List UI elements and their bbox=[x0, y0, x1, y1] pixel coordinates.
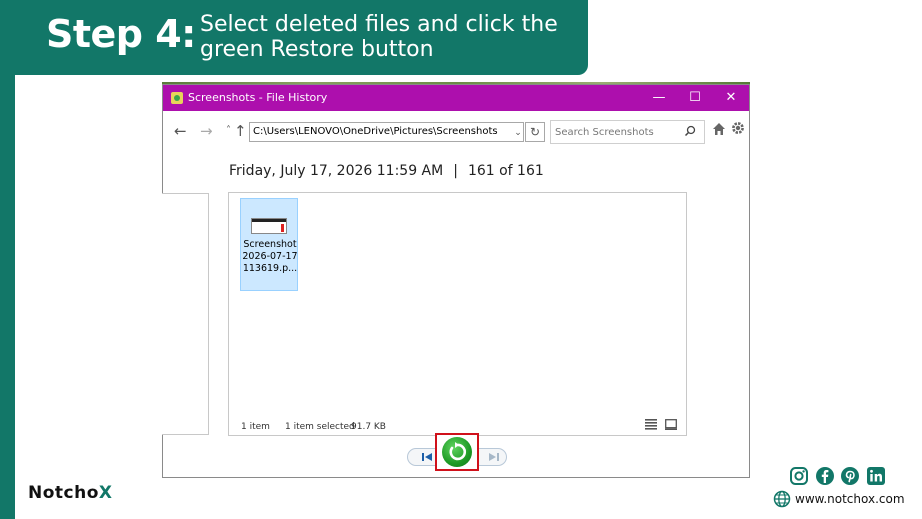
previous-version-icon[interactable] bbox=[421, 450, 433, 464]
address-bar[interactable]: C:\Users\LENOVO\OneDrive\Pictures\Screen… bbox=[249, 122, 524, 142]
instruction-line-1: Select deleted files and click the bbox=[200, 12, 558, 37]
window-title: Screenshots - File History bbox=[188, 91, 328, 104]
snapshot-position: 161 of 161 bbox=[467, 163, 544, 179]
search-input[interactable]: Search Screenshots bbox=[550, 120, 705, 144]
step-banner: Step 4: Select deleted files and click t… bbox=[0, 0, 588, 75]
back-arrow-icon[interactable]: ← bbox=[174, 122, 187, 140]
restore-highlight-box bbox=[435, 433, 479, 471]
logo-o: o bbox=[86, 483, 99, 503]
forward-arrow-icon[interactable]: → bbox=[200, 122, 213, 140]
snapshot-date: Friday, July 17, 2026 11:59 AM bbox=[229, 163, 444, 179]
snapshot-separator: | bbox=[453, 163, 458, 179]
navigation-bar: ← → ˄ ↑ C:\Users\LENOVO\OneDrive\Picture… bbox=[163, 117, 749, 145]
home-icon[interactable] bbox=[712, 122, 726, 136]
search-placeholder: Search Screenshots bbox=[555, 127, 654, 138]
website-link[interactable]: www.notchox.com bbox=[795, 492, 905, 506]
next-version-icon[interactable] bbox=[488, 450, 500, 464]
globe-icon bbox=[773, 490, 791, 508]
gear-icon[interactable] bbox=[731, 121, 745, 135]
logo-x: X bbox=[98, 483, 113, 503]
navigation-pane[interactable] bbox=[162, 193, 209, 435]
file-history-icon bbox=[171, 92, 183, 104]
file-item-selected[interactable]: Screenshot 2026-07-17 113619.p... bbox=[240, 198, 298, 291]
close-button[interactable]: ✕ bbox=[713, 85, 749, 111]
left-accent-bar bbox=[0, 0, 15, 519]
restore-button[interactable] bbox=[442, 437, 472, 467]
instagram-icon[interactable] bbox=[789, 466, 809, 486]
notchox-logo: NotchoX bbox=[28, 483, 113, 503]
selection-size: 91.7 KB bbox=[351, 422, 386, 432]
up-arrow-icon[interactable]: ↑ bbox=[234, 122, 247, 140]
selection-count: 1 item selected bbox=[285, 422, 355, 432]
search-icon bbox=[684, 125, 696, 137]
file-history-window: Screenshots - File History — ☐ ✕ ← → ˄ ↑… bbox=[162, 84, 750, 478]
snapshot-info: Friday, July 17, 2026 11:59 AM | 161 of 16… bbox=[229, 163, 544, 179]
instruction-line-2: green Restore button bbox=[200, 37, 434, 62]
refresh-icon[interactable]: ↻ bbox=[525, 122, 545, 142]
maximize-button[interactable]: ☐ bbox=[677, 85, 713, 111]
logo-prefix: Notch bbox=[28, 483, 87, 503]
pinterest-icon[interactable] bbox=[840, 466, 860, 486]
file-thumbnail bbox=[251, 218, 287, 234]
file-name-label: Screenshot 2026-07-17 113619.p... bbox=[242, 239, 298, 274]
minimize-button[interactable]: — bbox=[641, 85, 677, 111]
details-view-icon[interactable] bbox=[645, 419, 657, 430]
large-icons-view-icon[interactable] bbox=[665, 419, 677, 430]
facebook-icon[interactable] bbox=[815, 466, 835, 486]
file-list-pane[interactable]: Screenshot 2026-07-17 113619.p... 1 item… bbox=[228, 192, 687, 436]
item-count: 1 item bbox=[241, 422, 270, 432]
restore-icon bbox=[449, 442, 467, 461]
recent-locations-icon[interactable]: ˄ bbox=[226, 125, 231, 136]
step-instruction: Select deleted files and click the green… bbox=[200, 12, 580, 62]
address-dropdown-icon[interactable]: ⌄ bbox=[512, 122, 524, 142]
linkedin-icon[interactable] bbox=[866, 466, 886, 486]
window-titlebar[interactable]: Screenshots - File History — ☐ ✕ bbox=[163, 85, 749, 111]
step-label: Step 4: bbox=[46, 12, 196, 56]
